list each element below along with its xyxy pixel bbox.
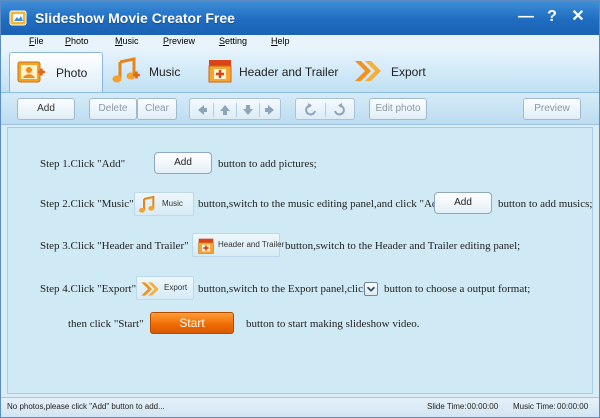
tab-music[interactable]: Music (109, 52, 189, 92)
help-button[interactable]: ? (541, 8, 563, 28)
step-2-middle: button,switch to the music editing panel… (198, 198, 448, 210)
tab-export[interactable]: Export (349, 52, 433, 92)
tab-photo-label: Photo (56, 66, 88, 80)
music-time-value: 00:00:00 (557, 402, 589, 411)
delete-button[interactable]: Delete (89, 98, 137, 120)
clear-button[interactable]: Clear (137, 98, 177, 120)
tab-export-label: Export (391, 65, 426, 79)
menu-setting[interactable]: Setting (219, 36, 247, 46)
menu-bar: File Photo Music Preview Setting Help (1, 35, 599, 49)
tab-music-label: Music (149, 65, 181, 79)
music-time-label: Music Time: (513, 402, 556, 411)
step-1-add-button[interactable]: Add (154, 152, 212, 174)
app-logo-icon (9, 10, 27, 26)
step-5-text: then click "Start" (68, 318, 144, 330)
step-2-music-label: Music (162, 199, 183, 208)
header-trailer-icon (198, 238, 214, 254)
slide-time-label: Slide Time: (427, 402, 467, 411)
step-2-add-button[interactable]: Add (434, 192, 492, 214)
step-1-text: Step 1.Click "Add" (40, 158, 126, 170)
arrow-right-icon[interactable] (263, 103, 277, 117)
menu-help[interactable]: Help (271, 36, 290, 46)
step-2-suffix: button to add musics; (498, 198, 593, 210)
app-window: Slideshow Movie Creator Free — ? ✕ File … (0, 0, 600, 418)
menu-preview[interactable]: Preview (163, 36, 195, 46)
step-2-text: Step 2.Click "Music" (40, 198, 134, 210)
add-button[interactable]: Add (17, 98, 75, 120)
step-4-text: Step 4.Click "Export" (40, 283, 137, 295)
toolbar-separator (213, 103, 214, 117)
toolbar-separator (236, 103, 237, 117)
photo-icon (17, 61, 45, 83)
arrow-up-icon[interactable] (218, 103, 232, 117)
slide-time-value: 00:00:00 (467, 402, 499, 411)
arrow-down-icon[interactable] (241, 103, 255, 117)
step-4-export-label: Export (164, 283, 188, 292)
status-message: No photos,please click "Add" button to a… (7, 402, 165, 411)
preview-button[interactable]: Preview (523, 98, 581, 120)
window-title: Slideshow Movie Creator Free (35, 10, 235, 26)
chevron-down-icon[interactable] (364, 282, 378, 296)
export-icon (141, 282, 159, 296)
step-4-middle: button,switch to the Export panel,click (198, 283, 369, 295)
menu-music[interactable]: Music (115, 36, 139, 46)
step-3-text: Step 3.Click "Header and Trailer" (40, 240, 189, 252)
instructions-panel: Step 1.Click "Add" Add button to add pic… (7, 127, 593, 394)
toolbar-separator (325, 103, 326, 117)
step-3-header-trailer-button[interactable]: Header and Trailer (192, 233, 284, 257)
header-trailer-icon (208, 60, 232, 83)
rotate-right-icon[interactable] (332, 103, 346, 117)
rotate-left-icon[interactable] (304, 103, 318, 117)
menu-file[interactable]: File (29, 36, 44, 46)
tab-header-and-trailer[interactable]: Header and Trailer (201, 52, 339, 92)
toolbar-separator (259, 103, 260, 117)
minimize-button[interactable]: — (515, 8, 537, 28)
export-icon (355, 61, 381, 81)
edit-photo-button[interactable]: Edit photo (369, 98, 427, 120)
step-4-export-button[interactable]: Export (136, 276, 194, 300)
rotate-group (295, 98, 355, 120)
step-2-music-button[interactable]: Music (134, 192, 194, 216)
step-1-suffix: button to add pictures; (218, 158, 317, 170)
main-tabs: Photo Music Header and Trailer Export (1, 49, 599, 93)
tab-header-and-trailer-label: Header and Trailer (239, 65, 339, 79)
music-icon (112, 57, 140, 83)
close-button[interactable]: ✕ (567, 8, 589, 28)
tab-photo[interactable]: Photo (9, 52, 103, 92)
step-3-suffix: button,switch to the Header and Trailer … (285, 240, 521, 252)
step-3-header-trailer-label: Header and Trailer (218, 240, 285, 249)
arrow-left-icon[interactable] (195, 103, 209, 117)
menu-photo[interactable]: Photo (65, 36, 89, 46)
step-4-suffix: button to choose a output format; (384, 283, 531, 295)
start-button[interactable]: Start (150, 312, 234, 334)
title-bar[interactable]: Slideshow Movie Creator Free — ? ✕ (1, 1, 599, 35)
status-bar: No photos,please click "Add" button to a… (1, 397, 599, 417)
move-arrows-group (189, 98, 281, 120)
music-icon (139, 195, 155, 213)
step-5-suffix: button to start making slideshow video. (246, 318, 420, 330)
photo-toolbar: Add Delete Clear Edit photo Preview (1, 93, 599, 125)
